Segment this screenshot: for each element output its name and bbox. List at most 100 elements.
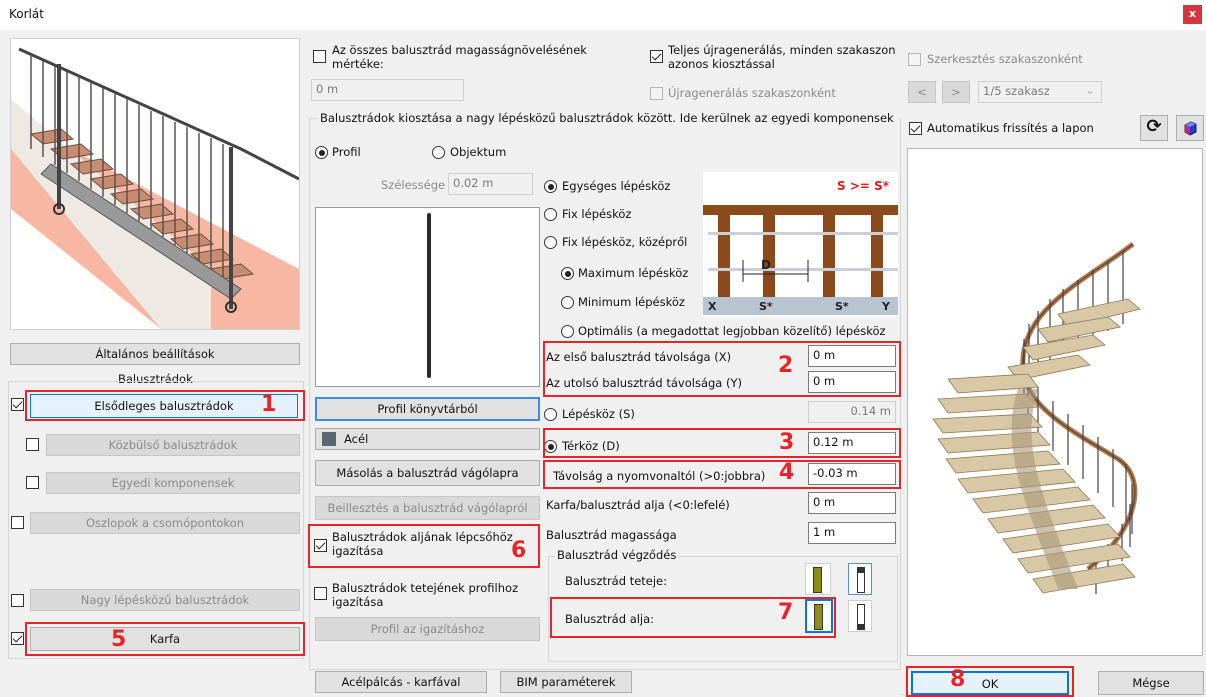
top-end-label: Balusztrád teteje: [565,574,668,588]
posts-checkbox[interactable] [11,516,24,529]
auto-refresh-label: Automatikus frissítés a lapon [927,121,1094,135]
profile-library-button[interactable]: Profil könyvtárból [315,397,540,421]
height-increase-input[interactable]: 0 m [311,79,464,101]
marker-8: 8 [950,667,966,692]
material-button[interactable]: Acél [315,428,540,450]
width-input[interactable]: 0.02 m [448,173,533,195]
primary-balusters-checkbox[interactable] [11,398,24,411]
diagram-s1: S* [759,300,773,313]
baluster-end-icon [813,567,822,593]
uniform-step-label: Egységes lépésköz [562,179,671,193]
diagram-s2: S* [835,300,849,313]
edit-by-section-label: Szerkesztés szakaszonként [927,52,1083,66]
diagram-y: Y [881,300,891,313]
handrail-checkbox[interactable] [11,632,24,645]
spacing-diagram-svg: S >= S* D X S* S* Y [703,179,898,315]
optimal-step-radio[interactable] [561,325,574,338]
refresh-icon[interactable]: ⟳ [1140,115,1168,141]
height-label: Balusztrád magassága [546,528,677,542]
marker-box-6 [308,524,540,568]
large-step-balusters-checkbox[interactable] [11,594,24,607]
window-title: Korlát [9,7,44,21]
cube-icon [1184,121,1197,136]
spacing-diagram: S >= S* D X S* S* Y [703,172,898,317]
marker-box-4 [543,460,901,489]
baluster-end-icon-2 [857,567,865,593]
width-label: Szélessége [381,178,446,192]
intermediate-balusters-button[interactable]: Közbülső balusztrádok [46,434,300,456]
top-end-option-1[interactable] [805,563,831,595]
spiral-stair-illustration [908,149,1202,655]
top-end-option-2[interactable] [848,563,872,595]
diagram-x: X [708,300,717,313]
next-section-button[interactable]: > [942,81,970,103]
general-settings-button[interactable]: Általános beállítások [10,343,300,365]
prev-section-button[interactable]: < [908,81,936,103]
marker-5: 5 [111,627,127,652]
intermediate-balusters-checkbox[interactable] [26,438,39,451]
step-label: Lépésköz (S) [562,407,635,421]
marker-1: 1 [261,392,277,417]
bim-parameters-button[interactable]: BIM paraméterek [500,671,632,693]
step-radio[interactable] [544,408,557,421]
edit-by-section-checkbox[interactable] [908,53,921,66]
min-step-label: Minimum lépésköz [578,295,685,309]
marker-4: 4 [779,460,795,485]
bottom-offset-label: Karfa/balusztrád alja (<0:lefelé) [546,498,730,512]
objektum-radio[interactable] [432,146,445,159]
step-input[interactable]: 0.14 m [808,401,896,423]
bottom-end-option-2[interactable] [848,600,872,632]
profile-align-button[interactable]: Profil az igazításhoz [315,617,540,641]
cancel-button[interactable]: Mégse [1098,671,1204,695]
close-button[interactable]: x [1183,5,1202,24]
stair-preview-image [10,38,300,330]
fixed-step-radio[interactable] [544,208,557,221]
copy-clipboard-button[interactable]: Másolás a balusztrád vágólapra [315,460,540,486]
full-regen-checkbox[interactable] [650,50,663,63]
min-step-radio[interactable] [561,296,574,309]
fixed-center-radio[interactable] [544,236,557,249]
baluster-end-icon-4 [857,604,865,630]
height-increase-label: Az összes balusztrád magasságnövelésének… [332,43,587,71]
fixed-center-label: Fix lépésköz, középről [562,235,688,249]
auto-refresh-checkbox[interactable] [909,122,922,135]
profil-radio[interactable] [315,146,328,159]
steel-rod-button[interactable]: Acélpálcás - karfával [315,671,487,693]
diagram-formula: S >= S* [837,179,890,193]
uniform-step-radio[interactable] [544,180,557,193]
height-increase-checkbox[interactable] [313,50,326,63]
chevron-down-icon: ⌄ [1085,83,1095,97]
marker-box-3 [543,428,901,458]
distribution-group-title: Balusztrádok kiosztása a nagy lépésközű … [318,111,900,125]
fixed-step-label: Fix lépésköz [562,207,632,221]
3d-preview [907,148,1203,656]
max-step-label: Maximum lépésköz [578,266,689,280]
max-step-radio[interactable] [561,267,574,280]
custom-components-checkbox[interactable] [26,476,39,489]
posts-button[interactable]: Oszlopok a csomópontokon [30,512,300,534]
optimal-step-label: Optimális (a megadottat legjobban közelí… [578,324,886,338]
bottom-offset-input[interactable]: 0 m [808,492,896,514]
material-swatch [322,432,336,446]
objektum-label: Objektum [450,145,507,159]
baluster-profile-bar [427,213,431,378]
marker-3: 3 [779,430,795,455]
full-regen-label: Teljes újragenerálás, minden szakaszon a… [668,43,896,71]
stair-illustration [11,39,300,329]
marker-2: 2 [778,353,794,378]
regen-by-section-label: Újragenerálás szakaszonként [668,86,836,100]
large-step-balusters-button[interactable]: Nagy lépésközű balusztrádok [30,589,300,611]
profile-preview [315,207,540,387]
marker-box-5 [25,622,305,656]
align-top-checkbox[interactable] [314,587,327,600]
align-top-label: Balusztrádok tetejének profilhoz igazítá… [332,581,519,609]
paste-clipboard-button[interactable]: Beillesztés a balusztrád vágólapról [315,496,540,520]
ending-group-title: Balusztrád végződés [555,548,679,562]
section-select[interactable]: 1/5 szakasz ⌄ [978,81,1102,103]
view-3d-icon[interactable] [1176,115,1204,141]
title-bar: Korlát x [0,0,1206,30]
custom-components-button[interactable]: Egyedi komponensek [46,472,300,494]
regen-by-section-checkbox[interactable] [650,87,663,100]
marker-6: 6 [511,538,527,563]
height-input[interactable]: 1 m [808,522,896,544]
